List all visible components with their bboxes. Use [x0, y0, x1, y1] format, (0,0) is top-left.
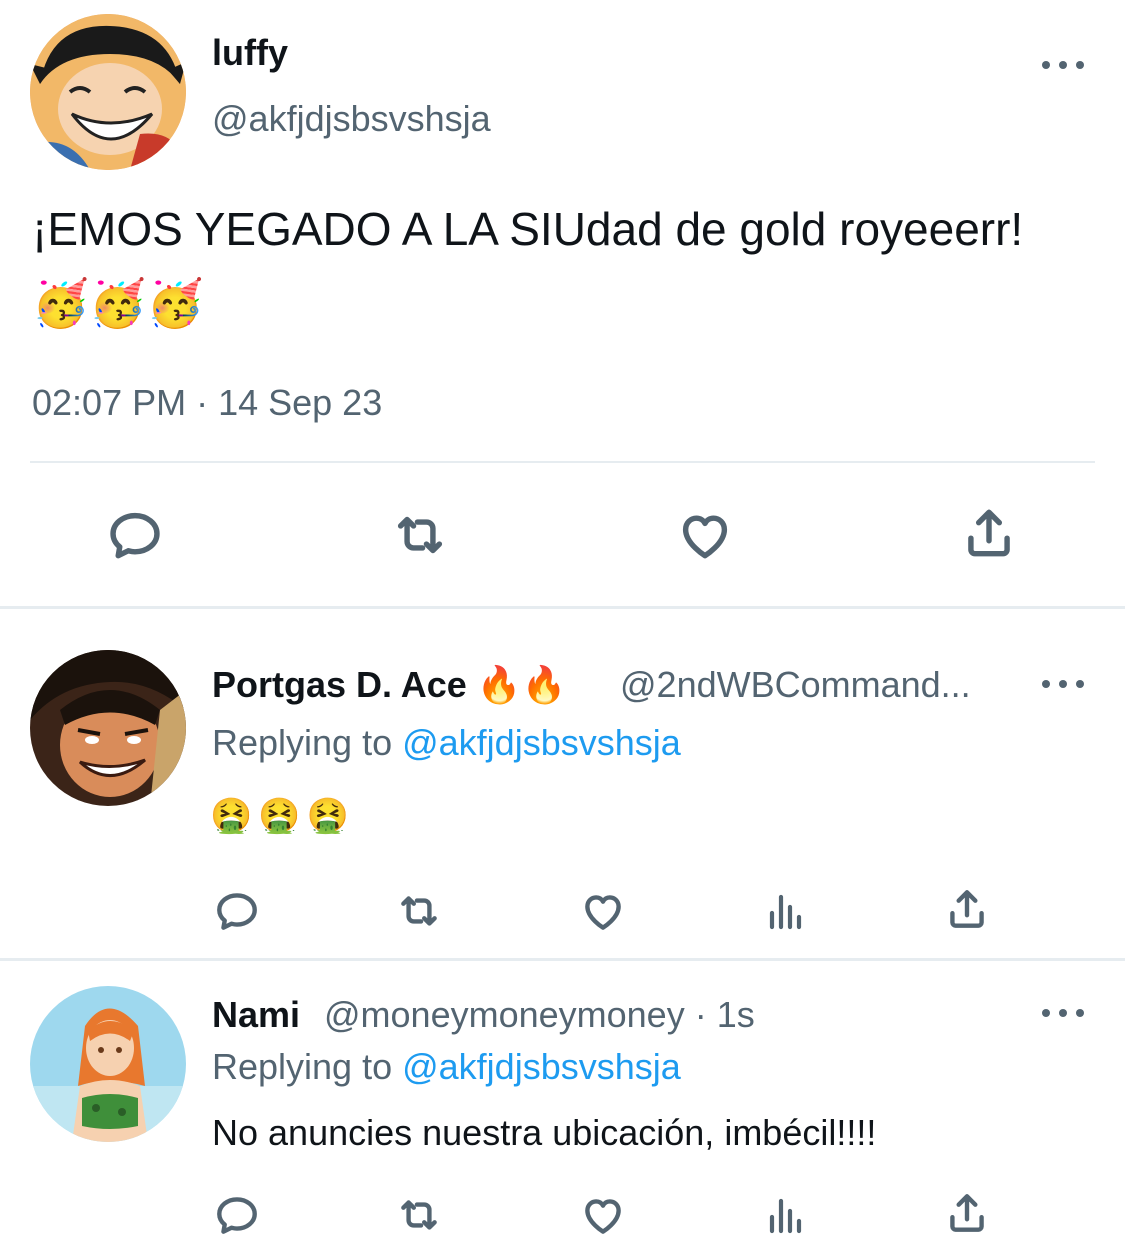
divider — [0, 958, 1125, 961]
share-icon[interactable] — [958, 502, 1020, 564]
views-icon[interactable] — [762, 886, 810, 936]
replying-prefix: Replying to — [212, 722, 403, 763]
like-icon[interactable] — [578, 886, 628, 936]
retweet-icon[interactable] — [390, 1190, 448, 1240]
more-icon[interactable] — [1042, 1003, 1084, 1023]
reply-icon[interactable] — [212, 886, 262, 936]
ace-avatar[interactable] — [30, 650, 186, 806]
divider — [0, 606, 1125, 609]
mention-link[interactable]: @akfjdjsbsvshsja — [402, 722, 681, 763]
author-handle[interactable]: @2ndWBCommand... — [620, 664, 971, 706]
reply-text: No anuncies nuestra ubicación, imbécil!!… — [212, 1112, 877, 1153]
reply-text: 🤮🤮🤮 — [210, 797, 356, 835]
replying-to: Replying to @akfjdjsbsvshsja — [212, 722, 681, 764]
like-icon[interactable] — [674, 504, 736, 566]
share-icon[interactable] — [942, 1188, 992, 1238]
mention-link[interactable]: @akfjdjsbsvshsja — [402, 1046, 681, 1087]
reply-icon[interactable] — [212, 1190, 262, 1240]
retweet-icon[interactable] — [386, 504, 454, 566]
more-icon[interactable] — [1042, 55, 1084, 75]
author-handle[interactable]: @akfjdjsbsvshsja — [212, 98, 491, 140]
replying-prefix: Replying to — [212, 1046, 403, 1087]
luffy-avatar[interactable] — [30, 14, 186, 170]
views-icon[interactable] — [762, 1190, 810, 1240]
retweet-icon[interactable] — [390, 886, 448, 936]
luffy-avatar-icon — [30, 14, 186, 170]
more-icon[interactable] — [1042, 674, 1084, 694]
author-name[interactable]: luffy — [212, 32, 288, 74]
author-name[interactable]: Portgas D. Ace 🔥🔥 — [212, 664, 566, 706]
reply-icon[interactable] — [104, 504, 166, 566]
like-icon[interactable] — [578, 1190, 628, 1240]
divider — [30, 461, 1095, 463]
replying-to: Replying to @akfjdjsbsvshsja — [212, 1046, 681, 1088]
nami-avatar[interactable] — [30, 986, 186, 1142]
share-icon[interactable] — [942, 884, 992, 934]
nami-avatar-icon — [30, 986, 186, 1142]
ace-avatar-icon — [30, 650, 186, 806]
tweet-text: ¡EMOS YEGADO A LA SIUdad de gold royeeer… — [32, 203, 1024, 329]
tweet-timestamp[interactable]: 02:07 PM · 14 Sep 23 — [32, 382, 382, 424]
author-handle[interactable]: @moneymoneymoney · 1s — [324, 994, 755, 1036]
author-name[interactable]: Nami — [212, 994, 300, 1036]
